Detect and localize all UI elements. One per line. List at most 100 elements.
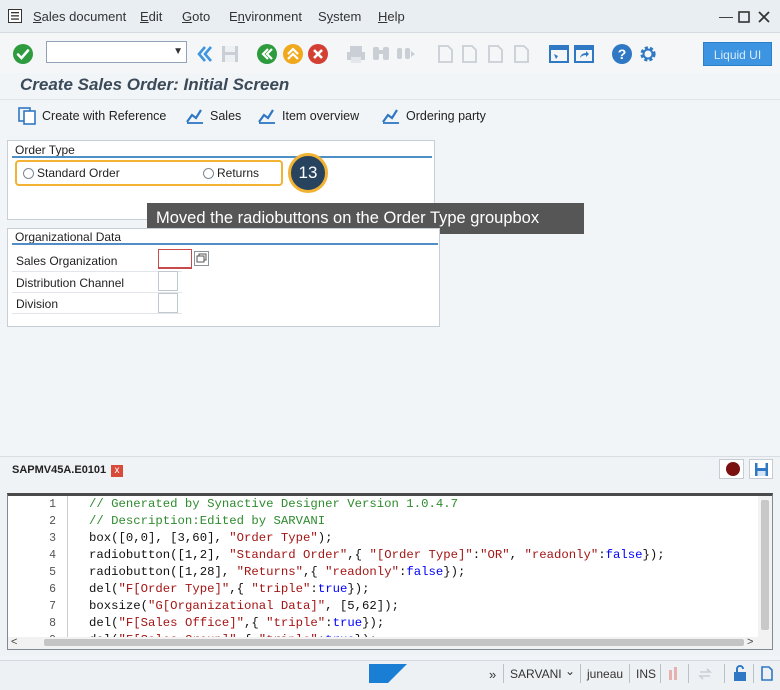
server-name: juneau	[587, 667, 624, 681]
settings-gear-icon[interactable]	[637, 43, 659, 65]
returns-label: Returns	[217, 166, 260, 180]
record-icon	[726, 462, 740, 476]
page-title: Create Sales Order: Initial Screen	[20, 75, 290, 94]
line-number: 3	[49, 532, 56, 545]
sales-button[interactable]: Sales	[186, 107, 241, 125]
scroll-right-icon[interactable]: >	[747, 636, 753, 648]
floppy-icon	[755, 463, 768, 476]
print-icon	[347, 46, 365, 63]
row-divider	[12, 292, 182, 293]
code-line[interactable]: radiobutton([1,2], "Standard Order",{ "[…	[89, 548, 665, 562]
division-input[interactable]	[158, 293, 178, 313]
line-number: 4	[49, 549, 56, 562]
line-number-gutter: 123456789	[8, 496, 68, 647]
scroll-left-icon[interactable]: <	[11, 636, 17, 648]
sync-icon	[698, 668, 712, 680]
returns-radio[interactable]: Returns	[203, 166, 259, 180]
step-badge: 13	[288, 153, 328, 193]
expand-status-icon[interactable]: »	[489, 667, 496, 682]
ordering-party-button[interactable]: Ordering party	[382, 107, 486, 125]
find-next-icon	[397, 48, 415, 59]
collapse-left-icon[interactable]	[194, 43, 216, 65]
division-label: Division	[16, 297, 59, 311]
menu-system[interactable]: System	[318, 9, 361, 24]
chart-icon	[186, 109, 203, 124]
status-divider	[580, 664, 581, 683]
liquid-ui-button[interactable]: Liquid UI	[703, 42, 772, 66]
order-type-title-underline	[12, 156, 432, 158]
row-divider	[12, 271, 182, 272]
vertical-scroll-thumb[interactable]	[761, 500, 769, 630]
row-divider	[12, 313, 182, 314]
record-button[interactable]	[719, 459, 744, 479]
line-number: 7	[49, 600, 56, 613]
ordering-party-label: Ordering party	[406, 109, 486, 123]
radio-circle[interactable]	[203, 167, 214, 179]
command-field[interactable]: ▼	[46, 41, 187, 63]
cancel-icon[interactable]	[307, 43, 329, 65]
status-divider	[753, 664, 754, 683]
item-overview-button[interactable]: Item overview	[258, 107, 359, 125]
code-line[interactable]: del("F[Sales Office]",{ "triple":true});	[89, 616, 384, 630]
previous-page-icon	[462, 45, 477, 63]
sales-organization-label: Sales Organization	[16, 254, 118, 268]
find-icon	[373, 47, 389, 60]
exit-icon[interactable]	[282, 43, 304, 65]
create-with-reference-button[interactable]: Create with Reference	[18, 107, 166, 125]
item-overview-label: Item overview	[282, 109, 360, 123]
distribution-channel-label: Distribution Channel	[16, 276, 125, 290]
menu-goto[interactable]: Goto	[182, 9, 210, 24]
lock-icon[interactable]	[733, 665, 747, 682]
value-help-icon[interactable]	[194, 251, 209, 266]
code-editor[interactable]: 123456789 // Generated by Synactive Desi…	[7, 493, 773, 650]
status-divider	[660, 664, 661, 683]
code-line[interactable]: box([0,0], [3,60], "Order Type");	[89, 531, 333, 545]
line-number: 5	[49, 566, 56, 579]
chart-icon	[382, 109, 399, 124]
standard-order-label: Standard Order	[37, 166, 120, 180]
line-number: 1	[49, 498, 56, 511]
line-number: 2	[49, 515, 56, 528]
minimize-icon[interactable]: —	[718, 8, 734, 24]
document-icon[interactable]	[760, 666, 774, 681]
horizontal-scrollbar[interactable]: < >	[8, 636, 772, 649]
chevron-down-icon[interactable]: ▼	[173, 46, 183, 57]
close-icon[interactable]	[758, 11, 770, 23]
line-number: 8	[49, 617, 56, 630]
sap-logo	[369, 664, 407, 683]
menu-help[interactable]: Help	[378, 9, 405, 24]
status-dropdown-icon[interactable]: ⌄	[565, 664, 575, 678]
radio-circle[interactable]	[23, 167, 34, 179]
horizontal-scroll-thumb[interactable]	[44, 639, 744, 646]
help-icon[interactable]: ?	[611, 43, 633, 65]
enter-check-icon[interactable]	[12, 43, 34, 65]
menu-sales-document[interactable]: Sales document	[33, 9, 126, 24]
performance-icon	[669, 667, 677, 680]
create-session-icon[interactable]	[548, 43, 570, 65]
first-page-icon	[438, 45, 453, 63]
status-divider	[724, 664, 725, 683]
distribution-channel-input[interactable]	[158, 271, 178, 291]
maximize-icon[interactable]	[738, 11, 750, 23]
menu-environment[interactable]: Environment	[229, 9, 302, 24]
close-tab-icon[interactable]: x	[111, 465, 123, 477]
organizational-data-title: Organizational Data	[15, 230, 122, 244]
menu-icon[interactable]	[8, 9, 22, 23]
save-icon	[222, 46, 238, 62]
shortcut-icon[interactable]	[573, 43, 595, 65]
last-page-icon	[514, 45, 529, 63]
save-script-button[interactable]	[749, 459, 773, 479]
code-line[interactable]: radiobutton([1,28], "Returns",{ "readonl…	[89, 565, 465, 579]
code-line[interactable]: del("F[Order Type]",{ "triple":true});	[89, 582, 369, 596]
standard-order-radio[interactable]: Standard Order	[23, 166, 120, 180]
sales-organization-input[interactable]	[158, 249, 192, 269]
script-tab[interactable]: SAPMV45A.E0101	[12, 464, 106, 476]
vertical-scrollbar[interactable]	[758, 496, 772, 638]
status-divider	[688, 664, 689, 683]
back-icon[interactable]	[256, 43, 278, 65]
code-line[interactable]: // Description:Edited by SARVANI	[89, 514, 325, 528]
code-line[interactable]: boxsize("G[Organizational Data]", [5,62]…	[89, 599, 399, 613]
code-line[interactable]: // Generated by Synactive Designer Versi…	[89, 497, 458, 511]
menu-edit[interactable]: Edit	[140, 9, 162, 24]
insert-mode: INS	[636, 667, 657, 681]
